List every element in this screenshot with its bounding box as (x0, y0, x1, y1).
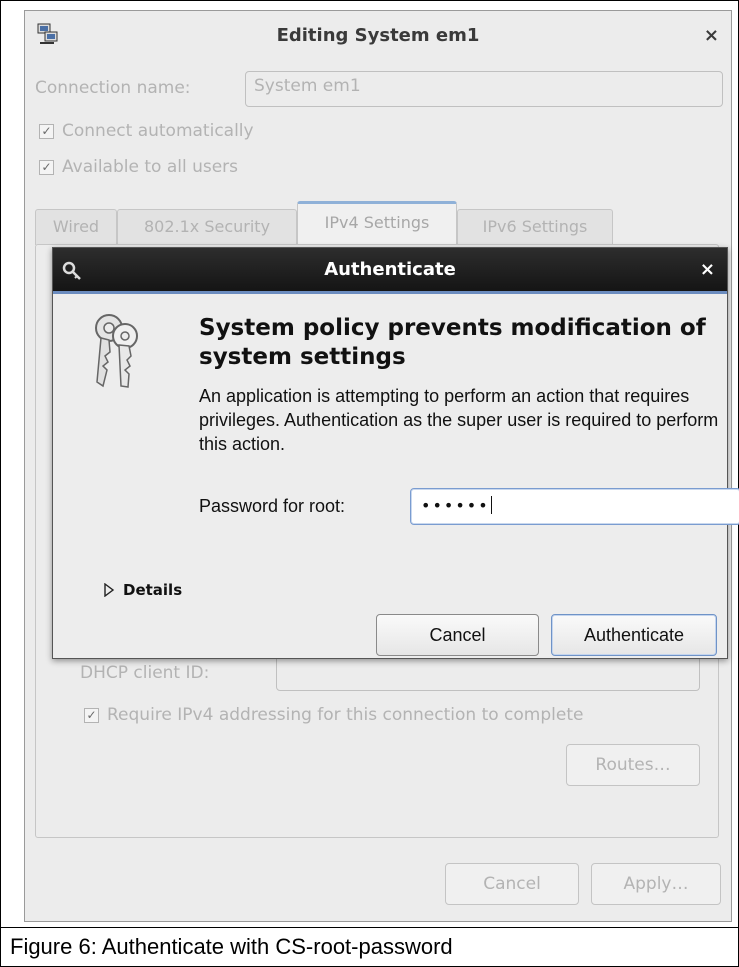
auth-message: An application is attempting to perform … (199, 386, 719, 454)
close-icon[interactable]: × (700, 259, 715, 280)
tab-wired[interactable]: Wired (35, 209, 117, 245)
figure-caption: Figure 6: Authenticate with CS-root-pass… (10, 934, 453, 959)
details-label: Details (123, 581, 183, 599)
authenticate-dialog: Authenticate × System policy prevents mo… (52, 247, 739, 659)
apply-button[interactable]: Apply… (591, 863, 721, 905)
connect-automatically-label: Connect automatically (62, 121, 254, 141)
cancel-button[interactable]: Cancel (445, 863, 579, 905)
checkbox[interactable]: ✓ (84, 708, 99, 723)
auth-titlebar: Authenticate × (53, 248, 727, 294)
connection-name-label: Connection name: (35, 78, 191, 98)
routes-button[interactable]: Routes… (566, 744, 700, 786)
password-label: Password for root: (199, 496, 346, 516)
connect-automatically-row[interactable]: ✓ Connect automatically (39, 121, 254, 141)
dhcp-client-id-input[interactable] (276, 655, 700, 691)
keys-icon (95, 314, 138, 388)
auth-title: Authenticate (324, 259, 456, 280)
require-ipv4-label: Require IPv4 addressing for this connect… (107, 705, 584, 725)
checkbox[interactable]: ✓ (39, 160, 54, 175)
details-expander[interactable]: Details (103, 581, 182, 599)
caption-divider (0, 927, 739, 928)
text-caret (490, 496, 492, 514)
tab-ipv6-settings[interactable]: IPv6 Settings (457, 209, 613, 245)
window-title: Editing System em1 (276, 25, 480, 46)
editing-connection-window: Editing System em1 × Connection name: Sy… (24, 10, 739, 922)
window-close-button[interactable]: × (704, 25, 719, 46)
tab-802-1x-security[interactable]: 802.1x Security (117, 209, 297, 245)
checkbox[interactable]: ✓ (39, 124, 54, 139)
window-titlebar: Editing System em1 × (25, 11, 731, 61)
dhcp-client-id-label: DHCP client ID: (80, 663, 210, 683)
require-ipv4-row[interactable]: ✓ Require IPv4 addressing for this connec… (84, 705, 583, 725)
available-to-all-users-label: Available to all users (62, 157, 239, 177)
auth-heading: System policy prevents modification of s… (199, 315, 706, 370)
expander-triangle-icon (104, 582, 115, 598)
password-mask: •••••• (421, 496, 490, 515)
cancel-button[interactable]: Cancel (376, 614, 539, 656)
tab-ipv4-settings[interactable]: IPv4 Settings (297, 201, 457, 245)
authenticate-button[interactable]: Authenticate (551, 614, 717, 656)
password-input[interactable]: •••••• (410, 488, 739, 525)
available-to-all-users-row[interactable]: ✓ Available to all users (39, 157, 238, 177)
connection-name-input[interactable]: System em1 (245, 71, 723, 107)
